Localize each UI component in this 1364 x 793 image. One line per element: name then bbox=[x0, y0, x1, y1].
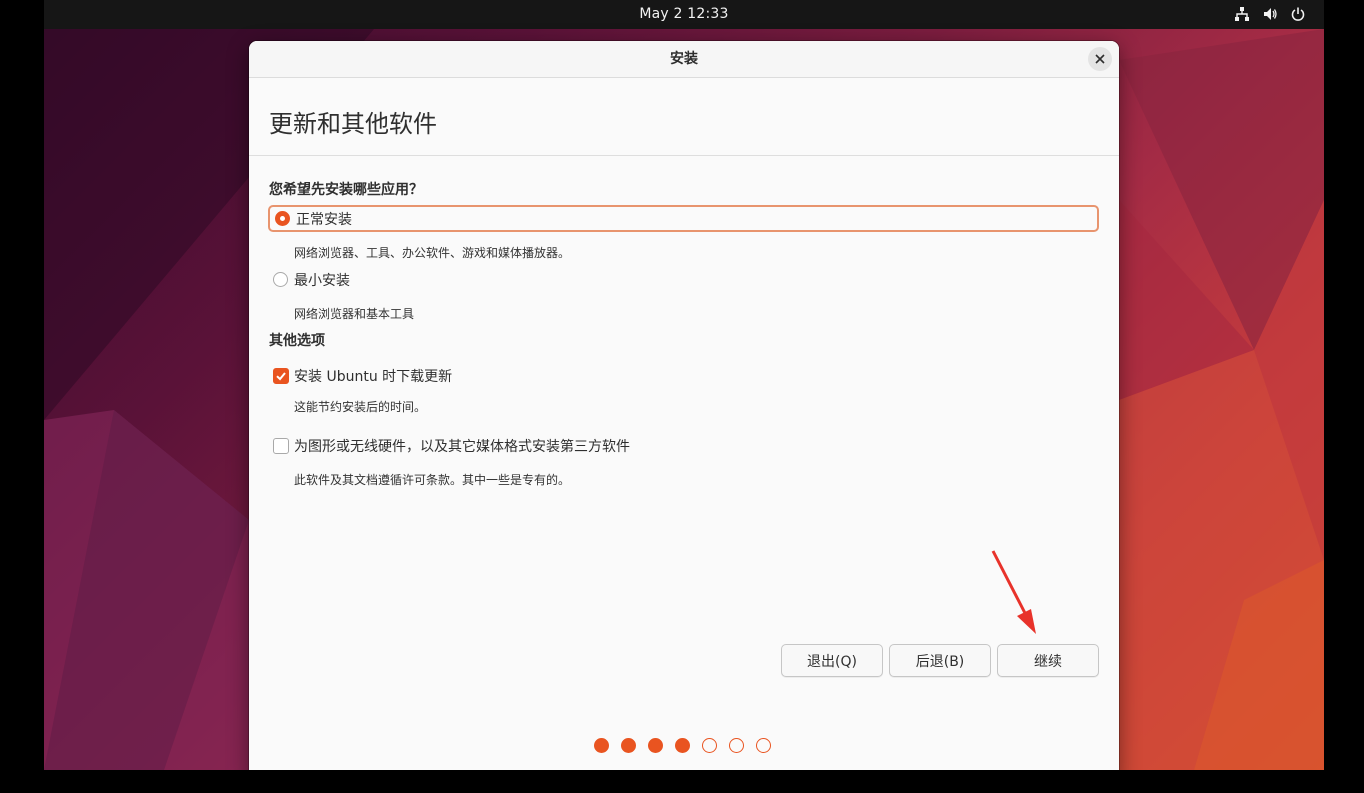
other-options-title: 其他选项 bbox=[269, 333, 325, 349]
progress-dots bbox=[594, 738, 771, 753]
installer-window: 安装 更新和其他软件 您希望先安装哪些应用？ 正常安装 网络浏览器、工具、办公软… bbox=[249, 41, 1119, 770]
third-party-label: 为图形或无线硬件，以及其它媒体格式安装第三方软件 bbox=[294, 438, 630, 455]
download-updates-checkbox[interactable] bbox=[273, 367, 289, 384]
checkmark-icon bbox=[276, 371, 286, 380]
close-icon bbox=[1095, 54, 1105, 64]
window-title: 安装 bbox=[670, 51, 698, 67]
progress-dot-4 bbox=[675, 738, 690, 753]
title-bar[interactable]: 安装 bbox=[249, 41, 1119, 78]
top-bar: May 2 12:33 bbox=[44, 0, 1324, 29]
download-updates-label: 安装 Ubuntu 时下载更新 bbox=[294, 368, 453, 385]
progress-dot-3 bbox=[648, 738, 663, 753]
continue-button[interactable]: 继续 bbox=[997, 644, 1099, 677]
volume-icon[interactable] bbox=[1262, 6, 1278, 22]
download-updates-description: 这能节约安装后的时间。 bbox=[294, 400, 427, 414]
progress-dot-5 bbox=[702, 738, 717, 753]
minimal-install-description: 网络浏览器和基本工具 bbox=[294, 307, 415, 321]
third-party-description: 此软件及其文档遵循许可条款。其中一些是专有的。 bbox=[294, 473, 571, 487]
third-party-checkbox[interactable] bbox=[273, 437, 289, 454]
minimal-install-option[interactable]: 最小安装 bbox=[268, 266, 1099, 293]
minimal-install-label: 最小安装 bbox=[294, 272, 350, 289]
system-tray[interactable] bbox=[1234, 6, 1306, 22]
normal-install-option[interactable]: 正常安装 bbox=[268, 205, 1099, 232]
progress-dot-2 bbox=[621, 738, 636, 753]
page-title: 更新和其他软件 bbox=[269, 110, 437, 138]
power-icon[interactable] bbox=[1290, 6, 1306, 22]
progress-dot-6 bbox=[729, 738, 744, 753]
normal-install-description: 网络浏览器、工具、办公软件、游戏和媒体播放器。 bbox=[294, 246, 571, 260]
page-header: 更新和其他软件 bbox=[249, 78, 1119, 156]
download-updates-option[interactable]: 安装 Ubuntu 时下载更新 bbox=[268, 362, 1099, 389]
minimal-install-radio[interactable] bbox=[273, 272, 288, 287]
back-button[interactable]: 后退(B) bbox=[889, 644, 991, 677]
third-party-option[interactable]: 为图形或无线硬件，以及其它媒体格式安装第三方软件 bbox=[268, 432, 1099, 459]
desktop: May 2 12:33 安装 更新和其他软件 您希望先安装哪些应用？ 正常安装 … bbox=[44, 0, 1324, 770]
network-icon[interactable] bbox=[1234, 6, 1250, 22]
progress-dot-1 bbox=[594, 738, 609, 753]
progress-dot-7 bbox=[756, 738, 771, 753]
normal-install-radio[interactable] bbox=[275, 211, 290, 226]
clock[interactable]: May 2 12:33 bbox=[44, 0, 1324, 29]
normal-install-label: 正常安装 bbox=[296, 211, 352, 228]
quit-button[interactable]: 退出(Q) bbox=[781, 644, 883, 677]
apps-section-title: 您希望先安装哪些应用？ bbox=[269, 182, 423, 198]
close-button[interactable] bbox=[1088, 47, 1112, 71]
